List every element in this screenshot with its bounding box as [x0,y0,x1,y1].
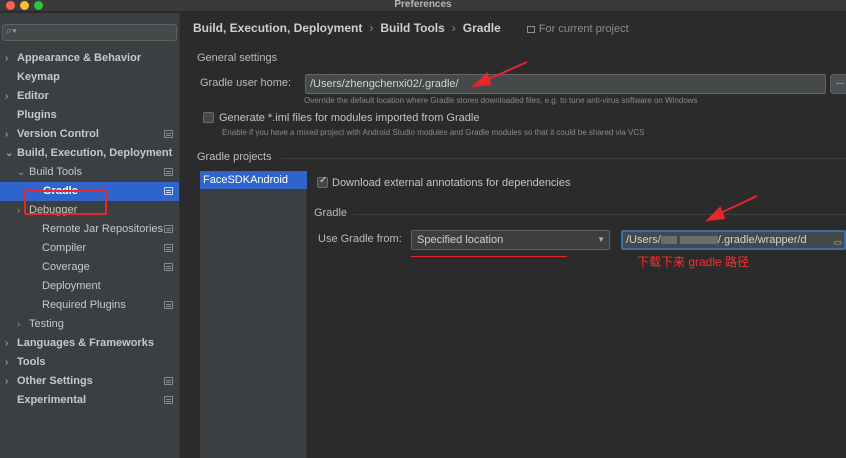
chevron-right-icon[interactable]: › [5,334,8,353]
gradle-path-prefix: /Users/ [626,234,661,246]
project-scope-icon [164,301,173,309]
sidebar-item[interactable]: › Editor [0,87,179,106]
project-scope-icon [164,168,173,176]
sidebar-item-label: Editor [17,90,49,102]
sidebar-item-label: Plugins [17,109,57,121]
sidebar-item[interactable]: ⌄ Build, Execution, Deployment [0,144,179,163]
project-scope-icon [164,377,173,385]
annotation-highlight-box [24,190,107,215]
section-divider [353,214,846,215]
chevron-down-icon[interactable]: ⌄ [5,144,13,163]
sidebar-item-label: Deployment [42,280,101,292]
chevron-right-icon[interactable]: › [5,372,8,391]
breadcrumb-item[interactable]: Build, Execution, Deployment [193,21,362,35]
sidebar-item[interactable]: Compiler [0,239,179,258]
sidebar-item-label: Coverage [42,261,90,273]
project-scope-icon [164,130,173,138]
sidebar-item-label: Build, Execution, Deployment [17,147,173,159]
gradle-path-suffix: /.gradle/wrapper/d [717,234,807,246]
project-scope-icon [164,396,173,404]
sidebar-item-label: Compiler [42,242,87,254]
project-scope-icon [164,225,173,233]
search-input[interactable]: ⌕▾ [2,24,177,41]
use-gradle-from-value: Specified location [417,234,504,246]
breadcrumb-item: Gradle [462,21,501,35]
sidebar-item[interactable]: › Other Settings [0,372,179,391]
title-bar: Preferences [0,0,846,12]
settings-sidebar: ⌕▾ › Appearance & Behavior Keymap › Editor Pl… [0,13,180,458]
sidebar-item[interactable]: Keymap [0,68,179,87]
sidebar-item-label: Appearance & Behavior [17,52,142,64]
project-scope-icon [164,263,173,271]
generate-iml-label[interactable]: Generate *.iml files for modules importe… [219,112,479,124]
sidebar-item[interactable]: › Tools [0,353,179,372]
sidebar-item[interactable]: Experimental [0,391,179,410]
chevron-right-icon[interactable]: › [5,87,8,106]
sidebar-item-label: Keymap [17,71,60,83]
sidebar-item-label: Version Control [17,128,99,140]
project-scope-icon [164,187,173,195]
breadcrumb-item[interactable]: Build Tools [380,21,444,35]
settings-content: Build, Execution, Deployment › Build Tools… [181,13,846,458]
general-settings-title: General settings [197,52,278,64]
redacted-text [679,236,718,244]
gradle-projects-list: FaceSDKAndroid [200,171,307,458]
section-divider [281,158,846,159]
sidebar-item[interactable]: Plugins [0,106,179,125]
annotation-note: 下载下来 gradle 路径 [637,255,750,269]
gradle-section-title: Gradle [314,207,348,219]
folder-icon[interactable]: ▭ [833,234,842,248]
generate-iml-checkbox[interactable] [203,112,214,123]
project-scope-icon [526,26,535,33]
chevron-down-icon[interactable]: ⌄ [17,163,25,182]
use-gradle-from-select[interactable]: Specified location ▼ [411,230,610,250]
chevron-right-icon[interactable]: › [5,125,8,144]
search-icon: ⌕▾ [6,25,17,37]
sidebar-item-label: Required Plugins [42,299,126,311]
download-annotations-label[interactable]: Download external annotations for depend… [332,177,571,189]
sidebar-item-label: Remote Jar Repositories [42,223,164,235]
breadcrumb-separator: › [369,21,374,35]
sidebar-item-label: Build Tools [29,166,82,178]
sidebar-item[interactable]: › Languages & Frameworks [0,334,179,353]
chevron-right-icon[interactable]: › [5,353,8,372]
gradle-projects-title: Gradle projects [197,151,272,163]
gradle-user-home-label: Gradle user home: [200,77,292,89]
download-annotations-checkbox[interactable] [317,175,328,188]
sidebar-item-label: Tools [17,356,46,368]
project-item-facesdkandroid[interactable]: FaceSDKAndroid [200,171,307,189]
sidebar-item-label: Languages & Frameworks [17,337,154,349]
chevron-down-icon: ▼ [597,235,605,244]
window-title: Preferences [394,0,452,10]
sidebar-item[interactable]: Coverage [0,258,179,277]
redacted-text [660,236,677,244]
gradle-location-input[interactable]: /Users/ /.gradle/wrapper/d ▭ [621,230,846,250]
sidebar-item[interactable]: Deployment [0,277,179,296]
breadcrumb-separator: › [451,21,456,35]
gradle-user-home-input[interactable]: /Users/zhengchenxi02/.gradle/ [305,74,826,94]
use-gradle-from-label: Use Gradle from: [318,233,402,245]
chevron-right-icon[interactable]: › [17,201,20,220]
gradle-user-home-hint: Override the default location where Grad… [304,96,698,105]
sidebar-item[interactable]: ⌄ Build Tools [0,163,179,182]
sidebar-item[interactable]: › Version Control [0,125,179,144]
scope-text: For current project [538,23,629,35]
sidebar-item[interactable]: › Appearance & Behavior [0,49,179,68]
sidebar-item[interactable]: › Testing [0,315,179,334]
project-scope-icon [164,244,173,252]
browse-button[interactable]: ... [830,74,846,94]
chevron-right-icon[interactable]: › [17,315,20,334]
sidebar-item-label: Testing [29,318,64,330]
sidebar-item-label: Experimental [17,394,87,406]
sidebar-item[interactable]: Required Plugins [0,296,179,315]
scope-label: For current project [526,23,629,35]
sidebar-item-label: Other Settings [17,375,93,387]
annotation-underline [411,256,567,257]
sidebar-item[interactable]: Remote Jar Repositories [0,220,179,239]
breadcrumb: Build, Execution, Deployment › Build Tools… [193,21,629,35]
generate-iml-hint: Enable if you have a mixed project with … [222,128,645,137]
chevron-right-icon[interactable]: › [5,49,8,68]
